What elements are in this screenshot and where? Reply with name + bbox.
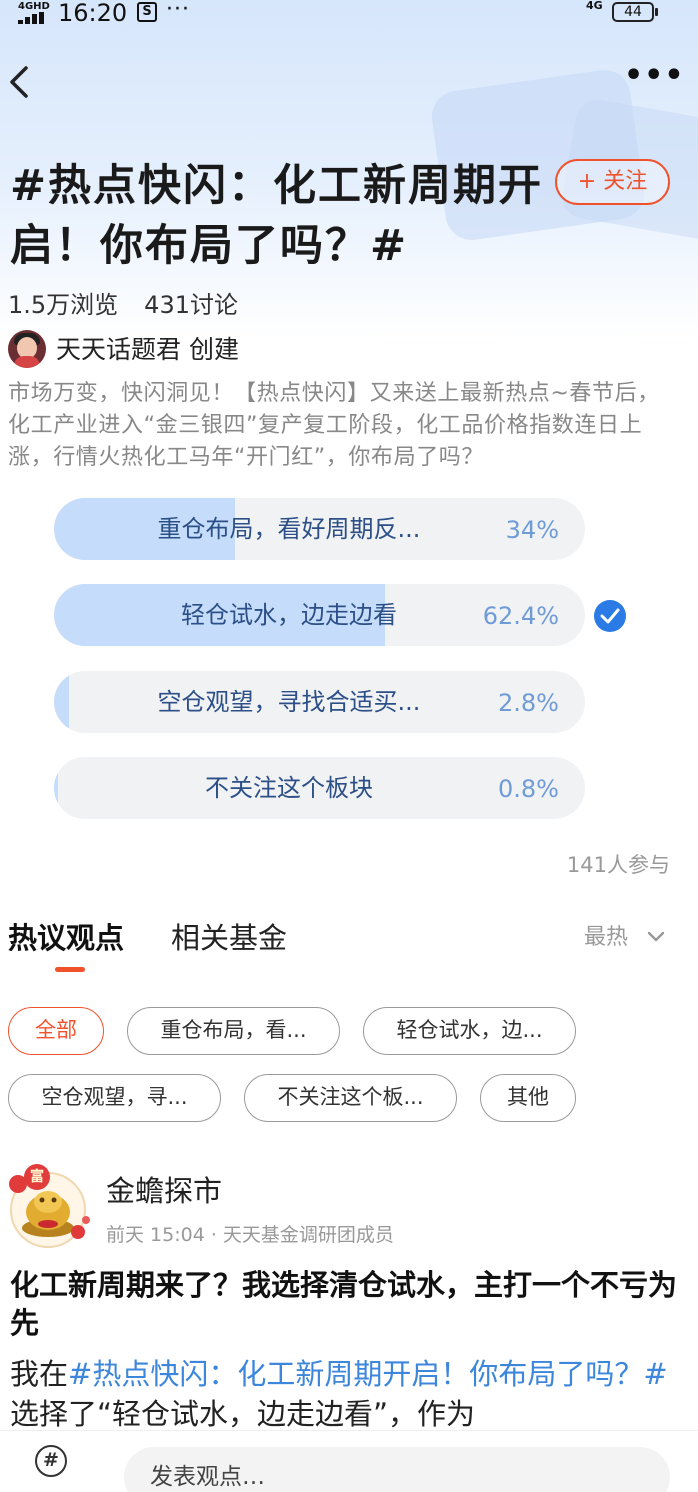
tab-hot-opinions[interactable]: 热议观点 (8, 915, 124, 961)
poll-option-percent: 2.8% (498, 689, 559, 717)
poll-option-label: 轻仓试水，边走边看 (181, 601, 397, 629)
post-time: 前天 15:04 (106, 1224, 205, 1246)
poll-option-label: 空仓观望，寻找合适买... (157, 688, 421, 716)
poll-option-label: 不关注这个板块 (205, 774, 373, 802)
avatar[interactable]: 富 (6, 1162, 90, 1252)
post-body[interactable]: 我在#热点快闪：化工新周期开启！你布局了吗？# 选择了“轻仓试水，边走边看”，作为 (10, 1354, 685, 1430)
creator-label: 天天话题君 创建 (56, 335, 239, 364)
poll-option-heavy[interactable]: 重仓布局，看好周期反... 34% (54, 498, 585, 560)
status-bar: 4GHD 16:20 S ··· 4G 44 (0, 0, 698, 28)
post-author-name[interactable]: 金蟾探市 (106, 1172, 222, 1210)
battery-tip (655, 8, 658, 16)
battery-icon: 44 (612, 2, 654, 22)
topic-title: #热点快闪：化工新周期开启！你布局了吗？# (10, 161, 544, 271)
network-type-label: 4GHD (18, 1, 50, 12)
more-options-icon[interactable]: ••• (624, 61, 684, 96)
post-topic-link[interactable]: #热点快闪：化工新周期开启！你布局了吗？# (68, 1357, 668, 1391)
filter-chip-ignore[interactable]: 不关注这个板... (244, 1074, 457, 1122)
signal-icon (18, 12, 48, 24)
compose-opinion-input[interactable]: 发表观点… (124, 1447, 670, 1492)
topic-stats: 1.5万浏览 431讨论 (8, 289, 238, 321)
filter-chip-empty[interactable]: 空仓观望，寻... (8, 1074, 221, 1122)
bottom-bar: # 发表观点… (0, 1430, 698, 1492)
poll-option-label: 重仓布局，看好周期反... (157, 515, 421, 543)
meta-separator: · (204, 1224, 223, 1246)
back-icon[interactable] (4, 60, 38, 104)
chevron-down-icon[interactable] (646, 927, 666, 947)
notification-s-icon: S (137, 2, 157, 22)
status-more-dots: ··· (166, 0, 190, 22)
topic-description: 市场万变，快闪洞见！【热点快闪】又来送上最新热点~春节后，化工产业进入“金三银四… (8, 381, 660, 470)
post-meta: 前天 15:04 · 天天基金调研团成员 (106, 1220, 394, 1250)
discussion-count: 431讨论 (144, 291, 238, 319)
avatar[interactable] (8, 330, 46, 368)
post-body-prefix: 我在 (10, 1357, 69, 1391)
post-body-text: 选择了“轻仓试水，边走边看”，作为 (10, 1397, 476, 1430)
fortune-badge-label: 富 (24, 1164, 50, 1190)
poll-option-percent: 34% (505, 516, 559, 544)
post-title[interactable]: 化工新周期来了？我选择清仓试水，主打一个不亏为先 (10, 1266, 685, 1342)
poll-option-percent: 0.8% (498, 775, 559, 803)
poll-option-light[interactable]: 轻仓试水，边走边看 62.4% (54, 584, 585, 646)
tab-related-funds[interactable]: 相关基金 (171, 915, 287, 961)
network-4g-label: 4G (586, 0, 603, 12)
poll-option-percent: 62.4% (482, 602, 559, 630)
poll-option-ignore[interactable]: 不关注这个板块 0.8% (54, 757, 585, 819)
active-tab-indicator (55, 967, 85, 972)
sort-dropdown[interactable]: 最热 (584, 923, 628, 953)
filter-chip-light[interactable]: 轻仓试水，边... (363, 1007, 576, 1055)
filter-chip-heavy[interactable]: 重仓布局，看... (127, 1007, 340, 1055)
status-time: 16:20 (58, 0, 128, 27)
hashtag-icon[interactable]: # (35, 1445, 67, 1477)
post-author-role: 天天基金调研团成员 (222, 1224, 394, 1246)
views-count: 1.5万浏览 (8, 291, 119, 319)
poll-option-empty[interactable]: 空仓观望，寻找合适买... 2.8% (54, 671, 585, 733)
filter-chip-all[interactable]: 全部 (8, 1007, 104, 1055)
content-tabs: 热议观点 相关基金 最热 (0, 915, 698, 975)
follow-button[interactable]: + 关注 (555, 159, 670, 205)
filter-chip-other[interactable]: 其他 (480, 1074, 576, 1122)
selected-check-icon (594, 600, 626, 632)
participant-count: 141人参与 (566, 853, 670, 877)
